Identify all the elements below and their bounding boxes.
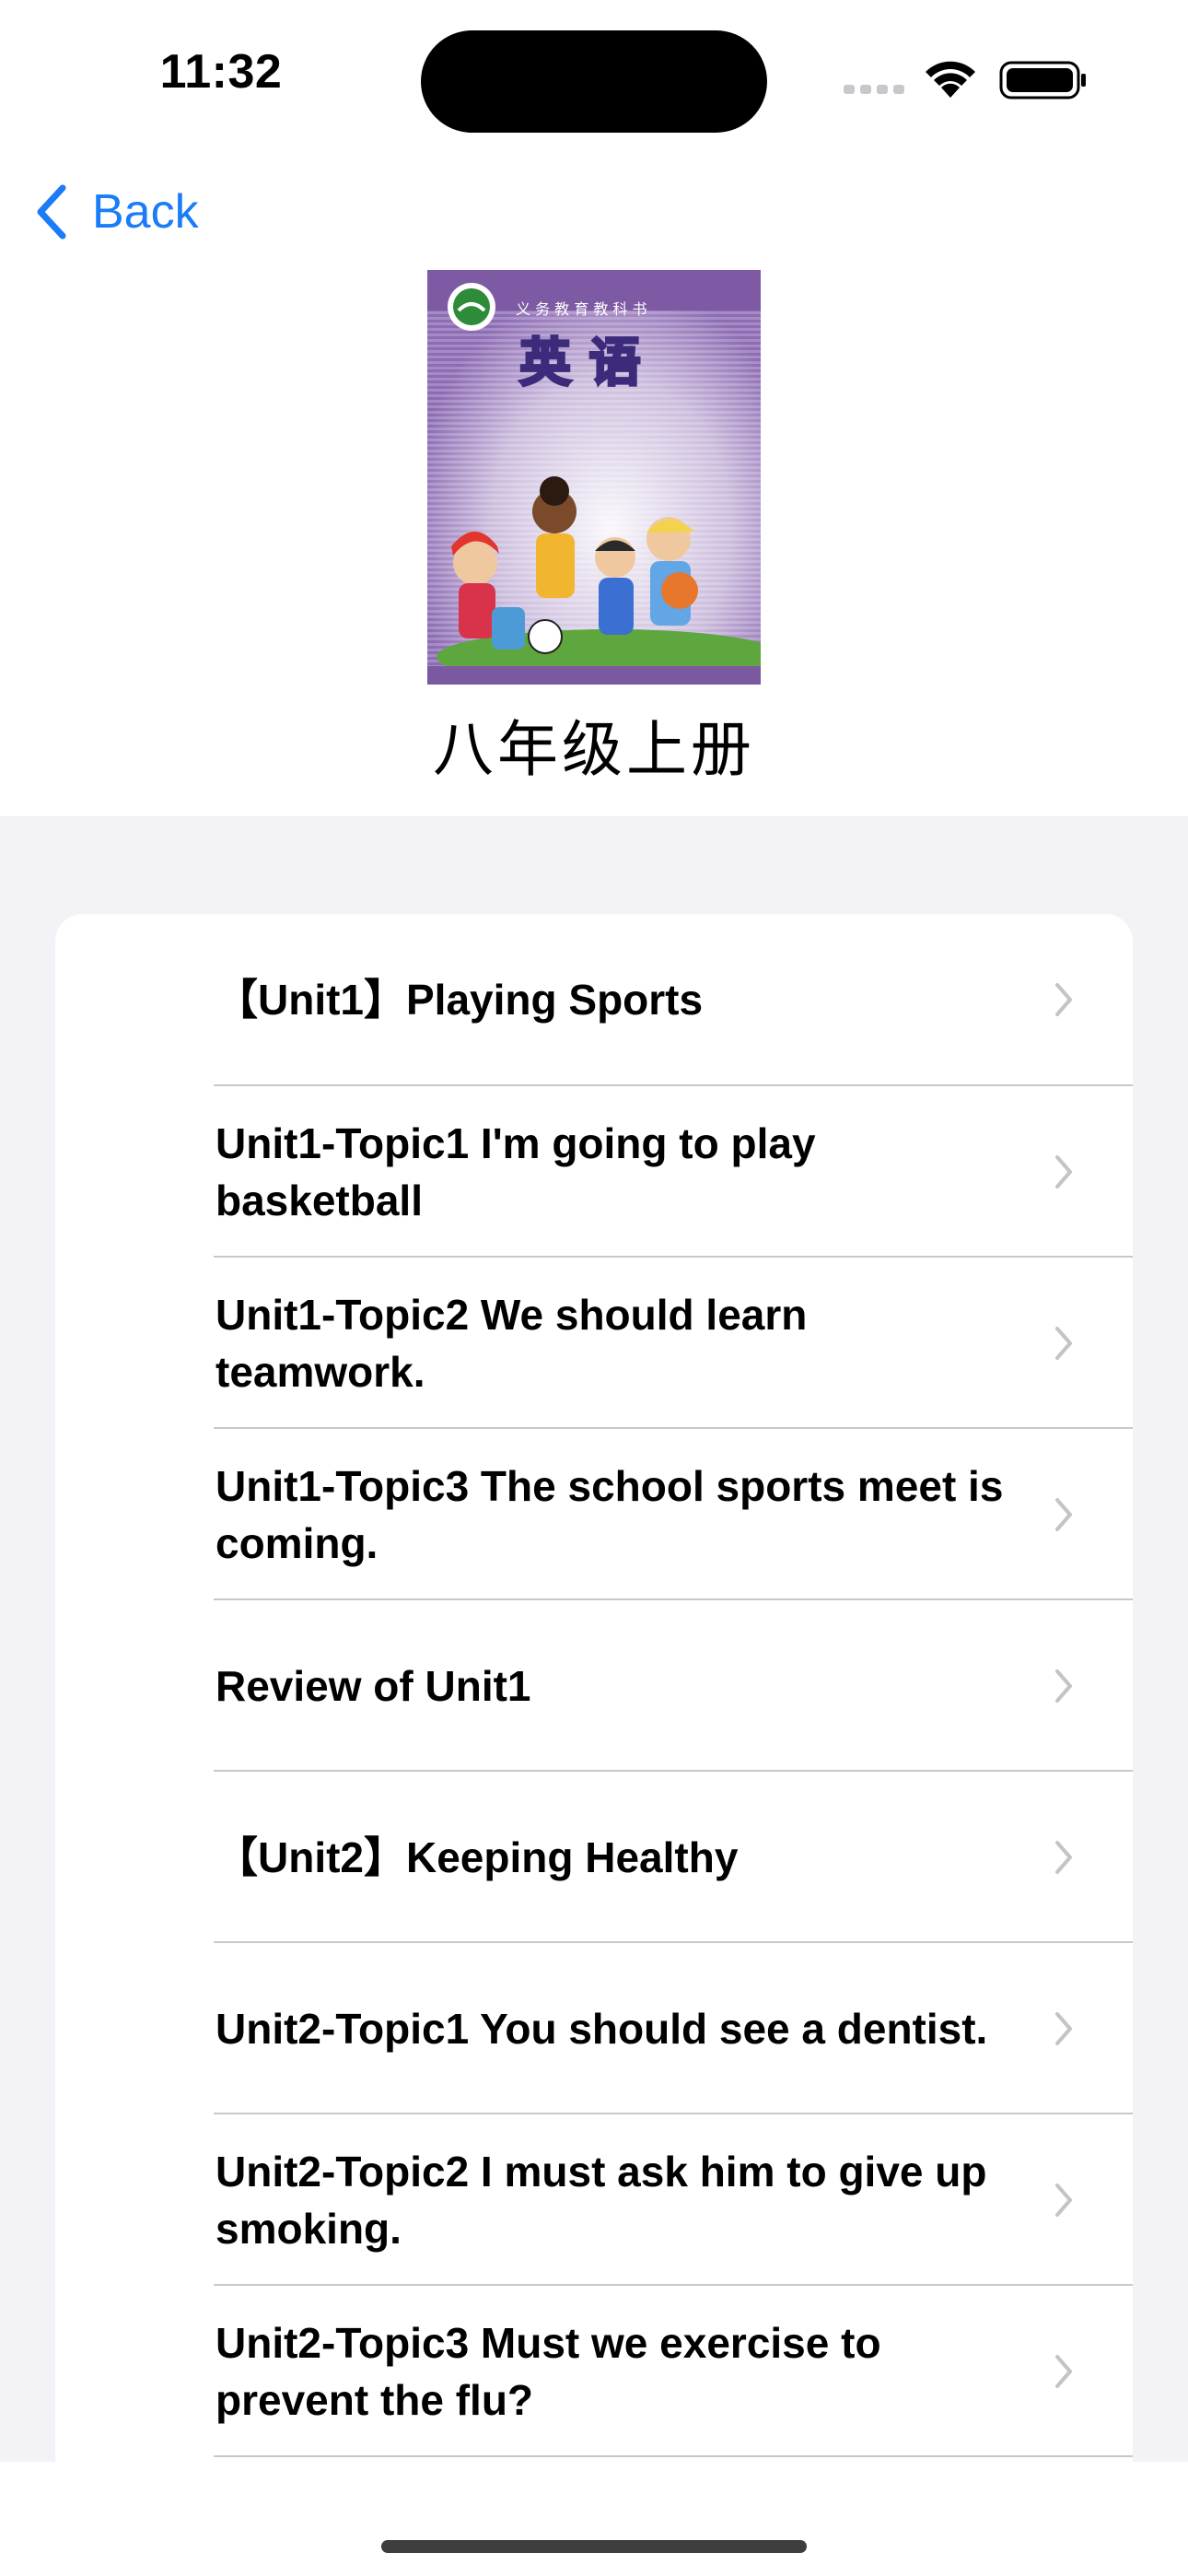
back-label: Back (92, 185, 199, 239)
home-indicator[interactable] (381, 2540, 807, 2553)
chevron-right-icon (1055, 2184, 1072, 2217)
list-item[interactable]: Unit1-Topic3 The school sports meet is c… (55, 1429, 1133, 1600)
list-item-label: Unit1-Topic2 We should learn teamwork. (215, 1291, 808, 1396)
list-item[interactable]: Unit1-Topic2 We should learn teamwork. (55, 1258, 1133, 1429)
status-time: 11:32 (159, 45, 283, 99)
book-title: 八年级上册 (433, 714, 755, 785)
list-item[interactable]: Unit2-Topic2 I must ask him to give up s… (55, 2114, 1133, 2286)
chevron-right-icon (1055, 2355, 1072, 2388)
chevron-right-icon (1055, 2012, 1072, 2045)
cover-heading-text: 英 语 (519, 334, 641, 393)
list-item[interactable]: 【Unit1】Playing Sports (55, 914, 1133, 1085)
book-cover-image: 义 务 教 育 教 科 书 英 语 (427, 270, 761, 685)
navigation-bar: Back (0, 166, 1188, 254)
list-item-label: Unit2-Topic1 You should see a dentist. (215, 2005, 988, 2053)
chevron-right-icon (1055, 1841, 1072, 1874)
chevron-right-icon (1055, 983, 1072, 1016)
chevron-right-icon (1055, 1669, 1072, 1703)
wifi-icon (926, 61, 975, 98)
list-item[interactable]: Review of Unit1 (55, 1600, 1133, 1772)
chevron-right-icon (1055, 1498, 1072, 1531)
list-item-label: Review of Unit1 (215, 1662, 531, 1710)
list-item-label: Unit2-Topic3 Must we exercise to prevent… (215, 2319, 881, 2424)
cellular-signal-icon (844, 85, 904, 94)
list-item-label: Unit2-Topic2 I must ask him to give up s… (215, 2148, 987, 2253)
chevron-right-icon (1055, 1327, 1072, 1360)
cover-series-text: 义 务 教 育 教 科 书 (516, 300, 647, 318)
list-item[interactable]: Unit2-Topic3 Must we exercise to prevent… (55, 2286, 1133, 2457)
chevron-right-icon (1055, 1155, 1072, 1188)
bottom-safe-area (0, 2462, 1188, 2576)
status-bar: 11:32 (0, 0, 1188, 147)
list-item[interactable]: Unit2-Topic1 You should see a dentist. (55, 1943, 1133, 2114)
lesson-list: 【Unit1】Playing Sports Unit1-Topic1 I'm g… (55, 914, 1133, 2462)
list-item-label: 【Unit2】Keeping Healthy (215, 1833, 739, 1881)
list-item-label: 【Unit1】Playing Sports (215, 976, 704, 1024)
chevron-left-icon (37, 184, 66, 240)
list-item-label: Unit1-Topic3 The school sports meet is c… (215, 1462, 1004, 1567)
list-item[interactable]: Unit1-Topic1 I'm going to play basketbal… (55, 1086, 1133, 1258)
list-item[interactable]: 【Unit2】Keeping Healthy (55, 1772, 1133, 1943)
dynamic-island (421, 30, 767, 133)
row-divider (214, 2455, 1133, 2457)
battery-icon (999, 61, 1086, 100)
list-item-label: Unit1-Topic1 I'm going to play basketbal… (215, 1119, 816, 1224)
back-button[interactable]: Back (33, 175, 199, 249)
